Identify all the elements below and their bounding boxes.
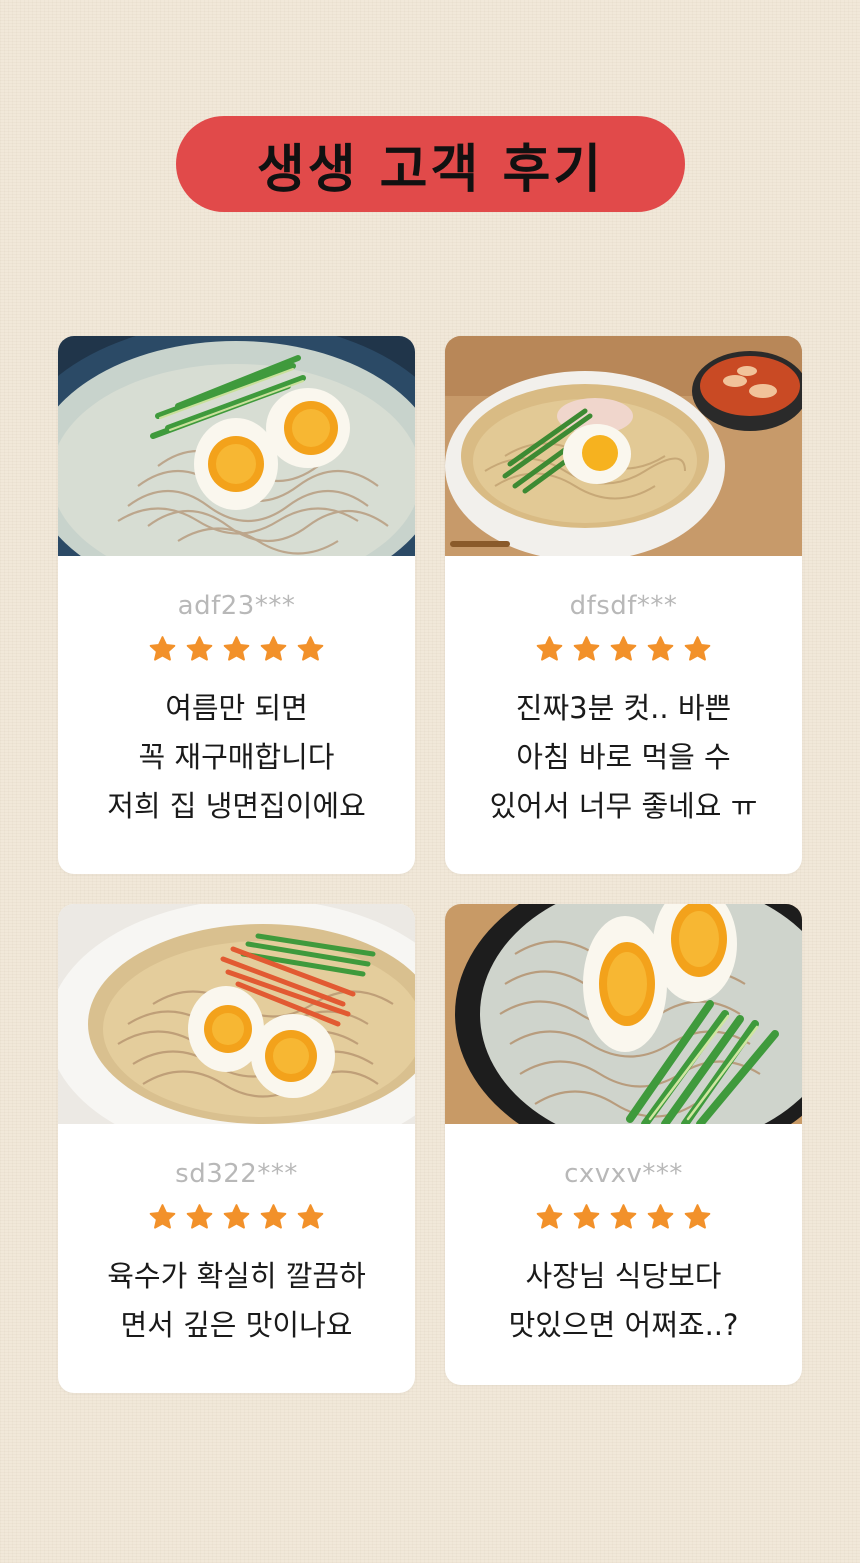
review-card: sd322*** 육수가 확실히 깔끔하 면서 깊은 맛이나요 xyxy=(58,904,415,1393)
star-rating xyxy=(58,634,415,664)
review-line: 있어서 너무 좋네요 ㅠ xyxy=(489,789,758,823)
review-text: 진짜3분 컷.. 바쁜 아침 바로 먹을 수 있어서 너무 좋네요 ㅠ xyxy=(445,684,802,831)
review-photo xyxy=(445,904,802,1124)
reviewer-username: dfsdf*** xyxy=(569,591,678,621)
star-icon xyxy=(186,1204,213,1229)
review-line: 사장님 식당보다 xyxy=(525,1259,722,1293)
reviewer-username: adf23*** xyxy=(177,591,296,621)
section-title: 생생 고객 후기 xyxy=(256,139,605,200)
review-card: adf23*** 여름만 되면 꼭 재구매합니다 저희 집 냉면집이에요 xyxy=(58,336,415,874)
star-rating xyxy=(58,1202,415,1232)
star-icon xyxy=(610,1204,637,1229)
reviewer-username: sd322*** xyxy=(175,1159,298,1189)
star-icon xyxy=(684,636,711,661)
review-photo xyxy=(58,336,415,556)
star-icon xyxy=(260,1204,287,1229)
review-text: 육수가 확실히 깔끔하 면서 깊은 맛이나요 xyxy=(58,1252,415,1350)
review-card: cxvxv*** 사장님 식당보다 맛있으면 어쩌죠..? xyxy=(445,904,802,1385)
review-line: 꼭 재구매합니다 xyxy=(138,740,335,774)
review-text: 여름만 되면 꼭 재구매합니다 저희 집 냉면집이에요 xyxy=(58,684,415,831)
star-icon xyxy=(297,636,324,661)
star-rating xyxy=(445,634,802,664)
star-icon xyxy=(186,636,213,661)
star-icon xyxy=(536,1204,563,1229)
section-title-badge: 생생 고객 후기 xyxy=(176,116,685,212)
review-line: 아침 바로 먹을 수 xyxy=(516,740,731,774)
review-line: 저희 집 냉면집이에요 xyxy=(107,789,366,823)
star-icon xyxy=(684,1204,711,1229)
star-icon xyxy=(610,636,637,661)
star-icon xyxy=(297,1204,324,1229)
star-icon xyxy=(260,636,287,661)
review-line: 맛있으면 어쩌죠..? xyxy=(508,1308,739,1342)
star-icon xyxy=(647,636,674,661)
review-line: 진짜3분 컷.. 바쁜 xyxy=(515,691,732,725)
star-icon xyxy=(536,636,563,661)
star-icon xyxy=(223,1204,250,1229)
star-icon xyxy=(573,1204,600,1229)
review-photo xyxy=(445,336,802,556)
review-card: dfsdf*** 진짜3분 컷.. 바쁜 아침 바로 먹을 수 있어서 너무 좋… xyxy=(445,336,802,874)
reviewer-username: cxvxv*** xyxy=(564,1159,683,1189)
star-icon xyxy=(573,636,600,661)
review-line: 육수가 확실히 깔끔하 xyxy=(107,1259,366,1293)
review-text: 사장님 식당보다 맛있으면 어쩌죠..? xyxy=(445,1252,802,1350)
review-photo xyxy=(58,904,415,1124)
star-icon xyxy=(647,1204,674,1229)
review-line: 면서 깊은 맛이나요 xyxy=(120,1308,353,1342)
star-icon xyxy=(149,1204,176,1229)
star-rating xyxy=(445,1202,802,1232)
star-icon xyxy=(149,636,176,661)
star-icon xyxy=(223,636,250,661)
review-line: 여름만 되면 xyxy=(165,691,308,725)
